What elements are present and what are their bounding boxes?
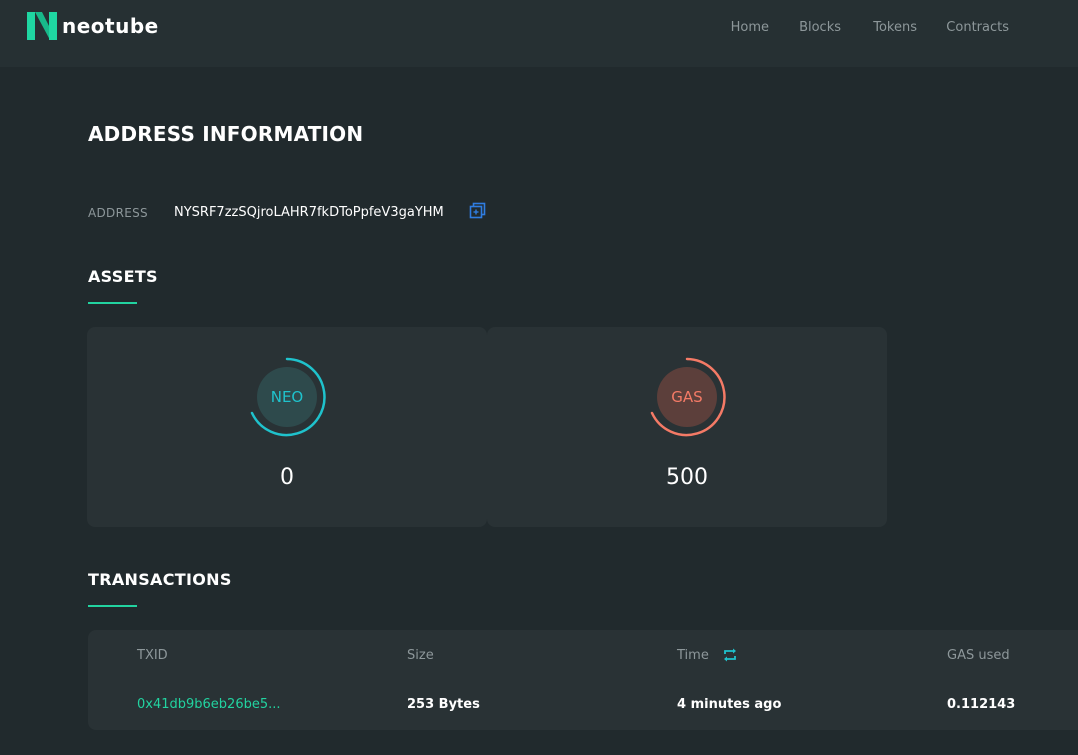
asset-amount-gas: 500 <box>666 465 708 490</box>
txid-link[interactable]: 0x41db9b6eb26be5... <box>137 697 281 712</box>
assets-underline <box>88 302 137 304</box>
transactions-table: TXID Size Time GAS used 0x41db9b6eb26be5… <box>88 630 1078 730</box>
assets-title: ASSETS <box>88 267 158 286</box>
header-txid: TXID <box>137 648 168 663</box>
header-gas-used: GAS used <box>947 648 1010 663</box>
tx-size: 253 Bytes <box>407 697 480 712</box>
address-value: NYSRF7zzSQjroLAHR7fkDToPpfeV3gaYHM <box>174 205 444 220</box>
tx-gas-used: 0.112143 <box>947 697 1016 712</box>
transactions-title: TRANSACTIONS <box>88 570 232 589</box>
nav-contracts[interactable]: Contracts <box>946 20 1009 35</box>
neotube-logo[interactable]: neotube <box>26 10 159 42</box>
top-header: neotube Home Blocks Tokens Contracts <box>0 0 1078 67</box>
page-title: ADDRESS INFORMATION <box>88 122 364 146</box>
tx-time: 4 minutes ago <box>677 697 782 712</box>
asset-card-neo: NEO 0 <box>87 327 487 527</box>
nav-home[interactable]: Home <box>731 20 769 35</box>
header-size: Size <box>407 648 434 663</box>
copy-icon[interactable] <box>469 202 486 219</box>
asset-name-neo: NEO <box>270 388 304 406</box>
nav-tokens[interactable]: Tokens <box>873 20 917 35</box>
asset-card-gas: GAS 500 <box>487 327 887 527</box>
transactions-underline <box>88 605 137 607</box>
refresh-icon[interactable] <box>722 647 738 663</box>
neotube-logo-icon <box>27 12 57 40</box>
asset-amount-neo: 0 <box>280 465 294 490</box>
address-label: ADDRESS <box>88 206 148 220</box>
header-time: Time <box>677 648 709 663</box>
nav-blocks[interactable]: Blocks <box>799 20 841 35</box>
logo-text: neotube <box>62 14 159 38</box>
asset-name-gas: GAS <box>671 388 703 406</box>
